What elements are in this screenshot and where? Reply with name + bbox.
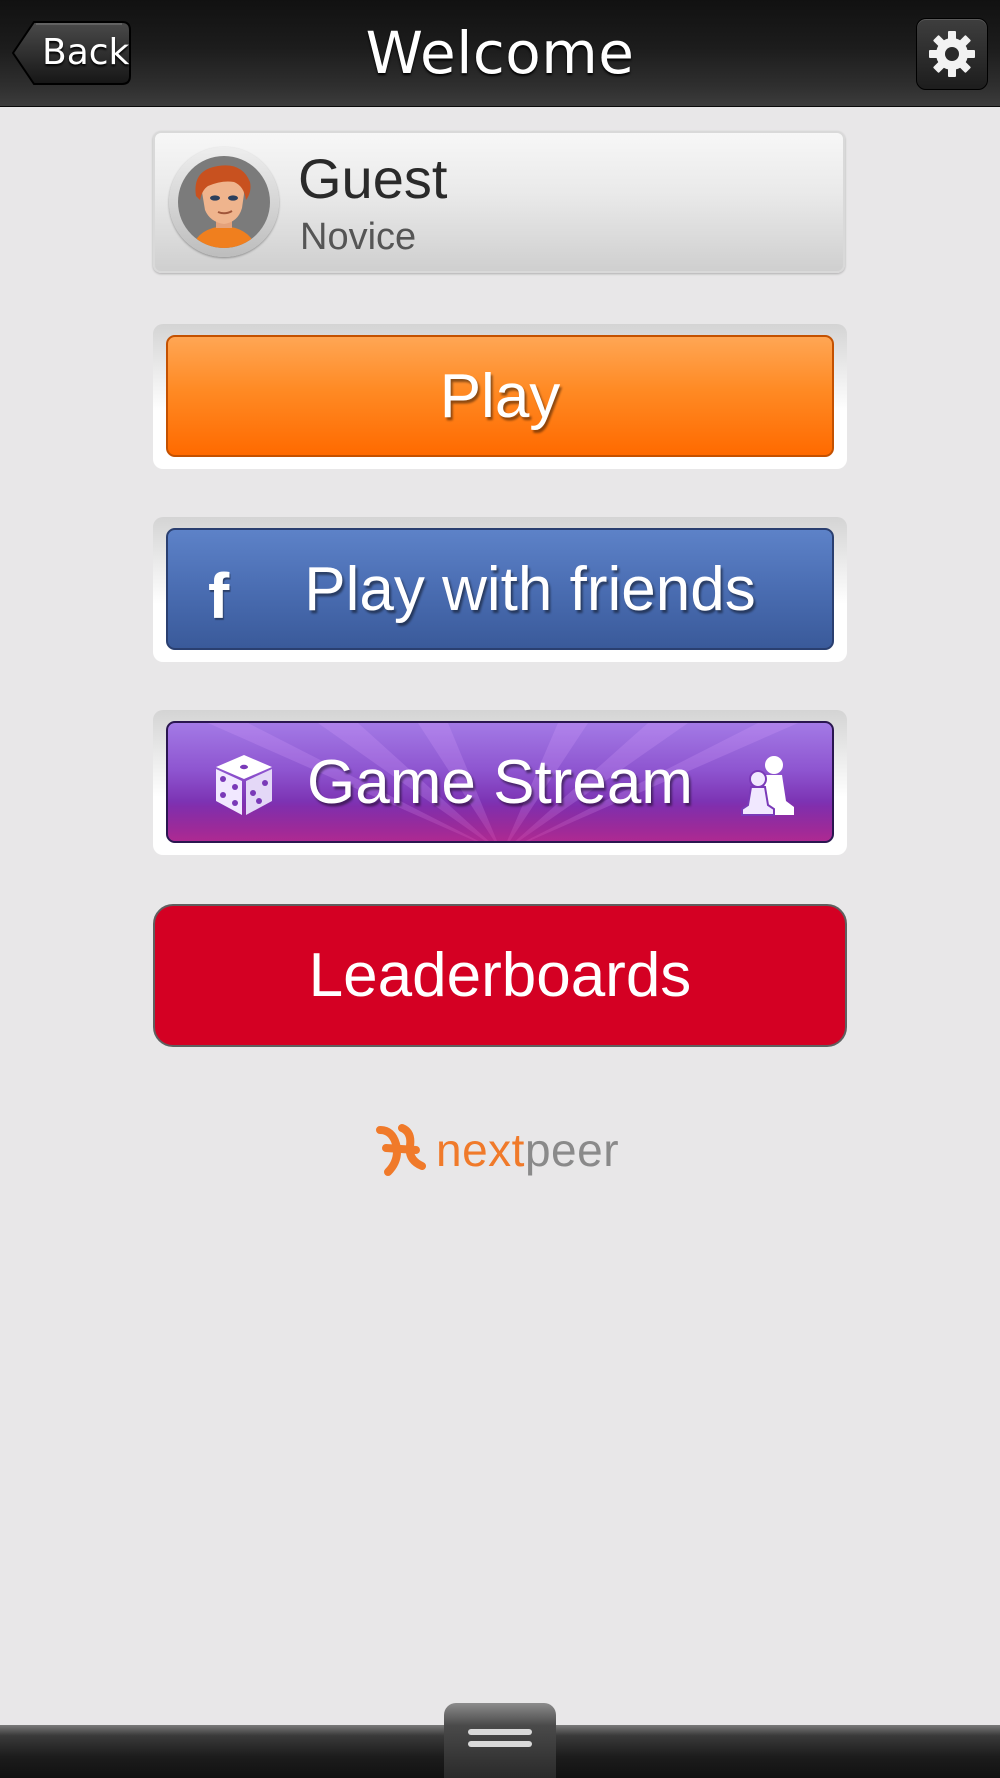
play-button[interactable]: Play — [166, 335, 834, 457]
settings-button[interactable] — [916, 18, 988, 90]
page-title: Welcome — [365, 19, 635, 87]
top-bar: Back Welcome — [0, 0, 1000, 107]
settings-gear-icon — [929, 31, 975, 77]
nextpeer-peer: peer — [524, 1124, 620, 1176]
welcome-screen: Back Welcome Guest Novice Play f Play wi… — [0, 0, 1000, 1778]
play-with-friends-label: Play with friends — [304, 554, 756, 624]
play-with-friends-button[interactable]: f Play with friends — [166, 528, 834, 650]
game-stream-frame: Game Stream — [153, 710, 847, 855]
nextpeer-logo: nextpeer — [372, 1120, 632, 1184]
drawer-handle-icon[interactable] — [444, 1703, 556, 1778]
game-stream-button[interactable]: Game Stream — [166, 721, 834, 843]
drawer-handle-line — [468, 1729, 532, 1735]
leaderboards-label: Leaderboards — [308, 941, 692, 1010]
nextpeer-next: next — [436, 1124, 525, 1176]
avatar — [169, 147, 279, 257]
profile-card[interactable]: Guest Novice — [153, 131, 845, 273]
avatar-portrait-icon — [178, 156, 270, 248]
drawer-handle-line — [468, 1741, 532, 1747]
leaderboards-button[interactable]: Leaderboards — [153, 904, 847, 1047]
play-with-friends-frame: f Play with friends — [153, 517, 847, 662]
game-stream-label: Game Stream — [307, 747, 693, 817]
nextpeer-logo-icon — [376, 1124, 426, 1176]
nextpeer-wordmark: nextpeer — [436, 1124, 619, 1176]
profile-rank: Novice — [300, 216, 417, 258]
play-button-frame: Play — [153, 324, 847, 469]
play-label: Play — [439, 361, 561, 431]
profile-name: Guest — [298, 147, 448, 210]
